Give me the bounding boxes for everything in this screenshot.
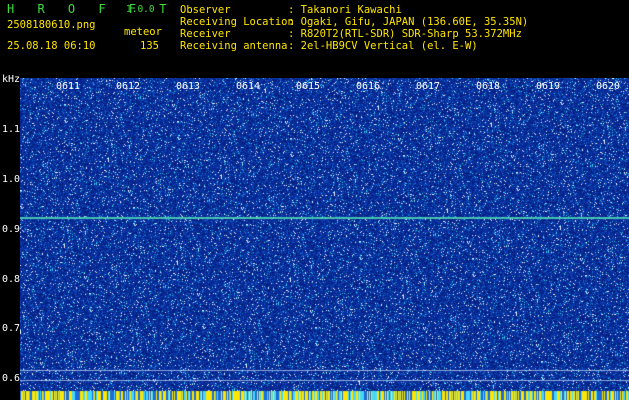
y-tick-1-1: 1.1 bbox=[2, 124, 21, 135]
spectrogram[interactable] bbox=[20, 78, 629, 400]
x-tick-0611: 0611 bbox=[56, 81, 81, 92]
location-value: : Ogaki, Gifu, JAPAN (136.60E, 35.35N) bbox=[288, 16, 529, 28]
x-tick-0618: 0618 bbox=[476, 81, 501, 92]
antenna-key: Receiving antenna bbox=[180, 40, 288, 52]
x-tick-0620: 0620 bbox=[596, 81, 621, 92]
y-tick-0-8: 0.8 bbox=[2, 274, 21, 285]
receiver-key: Receiver bbox=[180, 28, 231, 40]
x-tick-0615: 0615 bbox=[296, 81, 321, 92]
y-tick-0-9: 0.9 bbox=[2, 224, 21, 235]
observer-key: Observer bbox=[180, 4, 231, 16]
filename-label: 2508180610.png bbox=[7, 19, 96, 31]
x-tick-0614: 0614 bbox=[236, 81, 261, 92]
x-tick-0619: 0619 bbox=[536, 81, 561, 92]
count-label: 135 bbox=[140, 40, 159, 52]
y-tick-0-7: 0.7 bbox=[2, 323, 21, 334]
mode-label: meteor bbox=[124, 26, 162, 38]
antenna-value: : 2el-HB9CV Vertical (el. E-W) bbox=[288, 40, 478, 52]
version-label: 1.0.0 bbox=[126, 4, 155, 15]
x-tick-0616: 0616 bbox=[356, 81, 381, 92]
x-tick-0613: 0613 bbox=[176, 81, 201, 92]
receiver-value: : R820T2(RTL-SDR) SDR-Sharp 53.372MHz bbox=[288, 28, 522, 40]
datetime-label: 25.08.18 06:10 bbox=[7, 40, 96, 52]
y-tick-1-0: 1.0 bbox=[2, 174, 21, 185]
x-tick-0612: 0612 bbox=[116, 81, 141, 92]
y-axis-unit: kHz bbox=[2, 74, 21, 85]
x-tick-0617: 0617 bbox=[416, 81, 441, 92]
location-key: Receiving Location bbox=[180, 16, 294, 28]
observer-value: : Takanori Kawachi bbox=[288, 4, 402, 16]
y-tick-0-6: 0.6 bbox=[2, 373, 21, 384]
spectrogram-canvas[interactable] bbox=[20, 78, 629, 400]
